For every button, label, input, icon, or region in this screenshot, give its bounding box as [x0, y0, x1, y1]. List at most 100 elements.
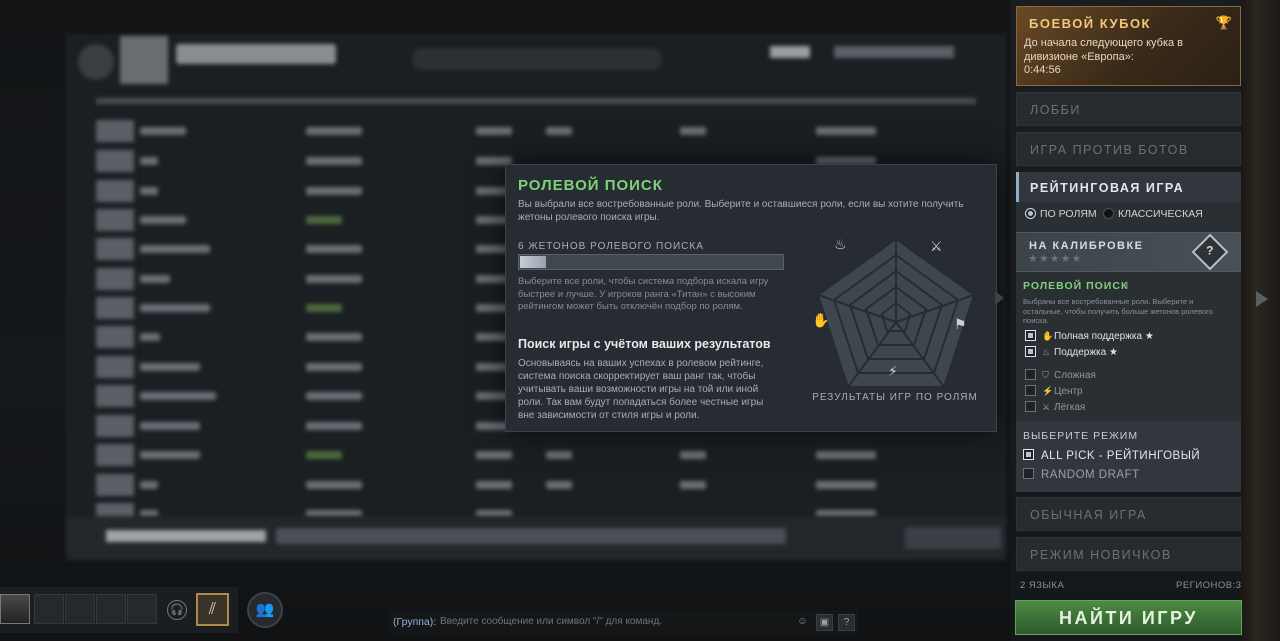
carry-icon: ⚔: [930, 239, 943, 255]
role-label: Центр: [1054, 386, 1083, 397]
battle-cup-banner[interactable]: БОЕВОЙ КУБОК 🏆 До начала следующего кубк…: [1016, 6, 1241, 86]
mode-random-draft-label: RANDOM DRAFT: [1041, 469, 1140, 481]
mid-icon: ⚡: [888, 364, 898, 380]
role-label: Поддержка: [1054, 347, 1107, 358]
blurred-emblem: [78, 44, 114, 80]
blurred-stat-bar: [834, 46, 954, 58]
queue-classic-radio[interactable]: КЛАССИЧЕСКАЯ: [1103, 208, 1203, 220]
role-soft-support-checkbox[interactable]: ♨ Поддержка ★: [1025, 346, 1118, 358]
popup-title: РОЛЕВОЙ ПОИСК: [518, 177, 663, 194]
blurred-table-row: [96, 120, 976, 142]
bots-game-label: ИГРА ПРОТИВ БОТОВ: [1030, 143, 1189, 157]
collapse-arrow-icon[interactable]: [1256, 291, 1268, 307]
battle-cup-timer: 0:44:56: [1024, 64, 1061, 76]
newbie-mode-label: РЕЖИМ НОВИЧКОВ: [1030, 548, 1172, 562]
offlane-icon: ⚑: [954, 317, 967, 333]
tokens-progress-fill: [520, 256, 546, 268]
ranked-game-label: РЕЙТИНГОВАЯ ИГРА: [1030, 181, 1185, 195]
blurred-promo-text: [276, 528, 786, 544]
mode-select-panel: ВЫБЕРИТЕ РЕЖИМ ALL PICK - РЕЙТИНГОВЫЙ RA…: [1016, 421, 1241, 492]
chat-channel-label[interactable]: (Группа):: [393, 616, 436, 628]
party-slot[interactable]: [96, 594, 126, 624]
role-star-icon: ★: [1144, 331, 1154, 342]
help-icon[interactable]: ?: [838, 614, 855, 631]
trophy-icon: 🏆: [1215, 15, 1232, 30]
battle-cup-countdown: До начала следующего кубка в дивизионе «…: [1024, 37, 1224, 78]
mode-all-pick-checkbox[interactable]: ALL PICK - РЕЙТИНГОВЫЙ: [1023, 449, 1200, 462]
lobby-button[interactable]: ЛОББИ: [1016, 92, 1241, 126]
checkbox-checked-icon: [1025, 346, 1036, 357]
emoji-icon[interactable]: ☺: [794, 614, 811, 631]
ranked-game-tab[interactable]: РЕЙТИНГОВАЯ ИГРА: [1016, 172, 1241, 202]
regions-setting[interactable]: РЕГИОНОВ:3: [1176, 580, 1242, 591]
image-upload-icon[interactable]: ▣: [816, 614, 833, 631]
checkbox-icon: [1023, 468, 1034, 479]
role-offlane-checkbox[interactable]: ⛉ Сложная: [1025, 369, 1096, 381]
mode-random-draft-checkbox[interactable]: RANDOM DRAFT: [1023, 468, 1140, 481]
role-search-description: Выбраны все востребованные роли. Выберит…: [1023, 297, 1213, 325]
blurred-tabs: [412, 48, 662, 70]
calibration-stars: ★★★★★: [1028, 253, 1083, 265]
role-label: Сложная: [1054, 370, 1096, 381]
blurred-table-row: [96, 444, 976, 466]
blurred-table-row: [96, 474, 976, 496]
hard-support-icon: ✋: [1042, 331, 1054, 341]
rank-medal-icon[interactable]: ⫽: [196, 593, 229, 626]
tokens-label: 6 ЖЕТОНОВ РОЛЕВОГО ПОИСКА: [518, 241, 704, 252]
party-slot[interactable]: [34, 594, 64, 624]
queue-by-roles-label: ПО РОЛЯМ: [1040, 208, 1097, 220]
chat-input[interactable]: Введите сообщение или символ "/" для ком…: [440, 616, 662, 627]
chat-bar: (Группа): Введите сообщение или символ "…: [388, 610, 858, 634]
role-hard-support-checkbox[interactable]: ✋Полная поддержка ★: [1025, 330, 1154, 342]
blurred-promo-title: [106, 530, 266, 542]
mode-select-title: ВЫБЕРИТЕ РЕЖИМ: [1023, 430, 1139, 442]
party-slot[interactable]: [65, 594, 95, 624]
party-slot[interactable]: [127, 594, 157, 624]
mode-all-pick-label: ALL PICK - РЕЙТИНГОВЫЙ: [1041, 450, 1201, 462]
normal-game-label: ОБЫЧНАЯ ИГРА: [1030, 508, 1147, 522]
radar-label: РЕЗУЛЬТАТЫ ИГР ПО РОЛЯМ: [812, 392, 978, 403]
role-search-title: РОЛЕВОЙ ПОИСК: [1023, 280, 1129, 292]
role-carry-checkbox[interactable]: ⚔ Лёгкая: [1025, 401, 1085, 413]
info-icon[interactable]: i: [1126, 280, 1128, 290]
radio-unselected-icon: [1103, 208, 1114, 219]
blurred-table-header: [96, 98, 976, 104]
role-star-icon: ★: [1108, 347, 1118, 358]
friends-icon[interactable]: 👥: [247, 592, 283, 628]
role-results-radar: ♨ ⚔ ⚑ ⚡ ✋: [812, 237, 976, 388]
checkbox-icon: [1025, 369, 1036, 380]
checkbox-icon: [1025, 385, 1036, 396]
performance-matchmaking-title: Поиск игры с учётом ваших результатов: [518, 337, 771, 351]
calibration-title: НА КАЛИБРОВКЕ: [1029, 240, 1144, 252]
soft-support-icon: ♨: [834, 237, 847, 253]
hard-support-icon: ✋: [812, 312, 829, 329]
sidebar-decoration: [1240, 0, 1280, 641]
blurred-stat: [770, 46, 810, 58]
role-label: Лёгкая: [1054, 402, 1086, 413]
normal-game-button[interactable]: ОБЫЧНАЯ ИГРА: [1016, 497, 1241, 531]
headset-icon[interactable]: 🎧: [167, 600, 187, 620]
role-search-popup: РОЛЕВОЙ ПОИСК Вы выбрали все востребован…: [505, 164, 997, 432]
blurred-avatar: [120, 36, 168, 84]
battle-cup-title: БОЕВОЙ КУБОК: [1029, 16, 1151, 31]
blurred-table-row: [96, 503, 976, 525]
player-avatar[interactable]: [0, 594, 30, 624]
role-label: Полная поддержка: [1054, 331, 1143, 342]
carry-icon: ⚔: [1042, 402, 1051, 412]
bots-game-button[interactable]: ИГРА ПРОТИВ БОТОВ: [1016, 132, 1241, 166]
newbie-mode-button[interactable]: РЕЖИМ НОВИЧКОВ: [1016, 537, 1241, 571]
soft-support-icon: ♨: [1042, 347, 1051, 357]
checkbox-checked-icon: [1025, 330, 1036, 341]
blurred-player-name: [176, 44, 336, 64]
offlane-icon: ⛉: [1042, 370, 1049, 380]
checkbox-icon: [1025, 401, 1036, 412]
popup-description: Вы выбрали все востребованные роли. Выбе…: [518, 199, 964, 223]
find-match-button[interactable]: НАЙТИ ИГРУ: [1015, 600, 1242, 635]
find-match-label: НАЙТИ ИГРУ: [1059, 608, 1198, 628]
languages-setting[interactable]: 2 ЯЗЫКА: [1020, 580, 1064, 591]
role-mid-checkbox[interactable]: ⚡Центр: [1025, 385, 1083, 397]
queue-by-roles-radio[interactable]: ПО РОЛЯМ: [1025, 208, 1097, 220]
tokens-note: Выберите все роли, чтобы система подбора…: [518, 276, 769, 312]
radio-selected-icon: [1025, 208, 1036, 219]
lobby-label: ЛОББИ: [1030, 103, 1081, 117]
